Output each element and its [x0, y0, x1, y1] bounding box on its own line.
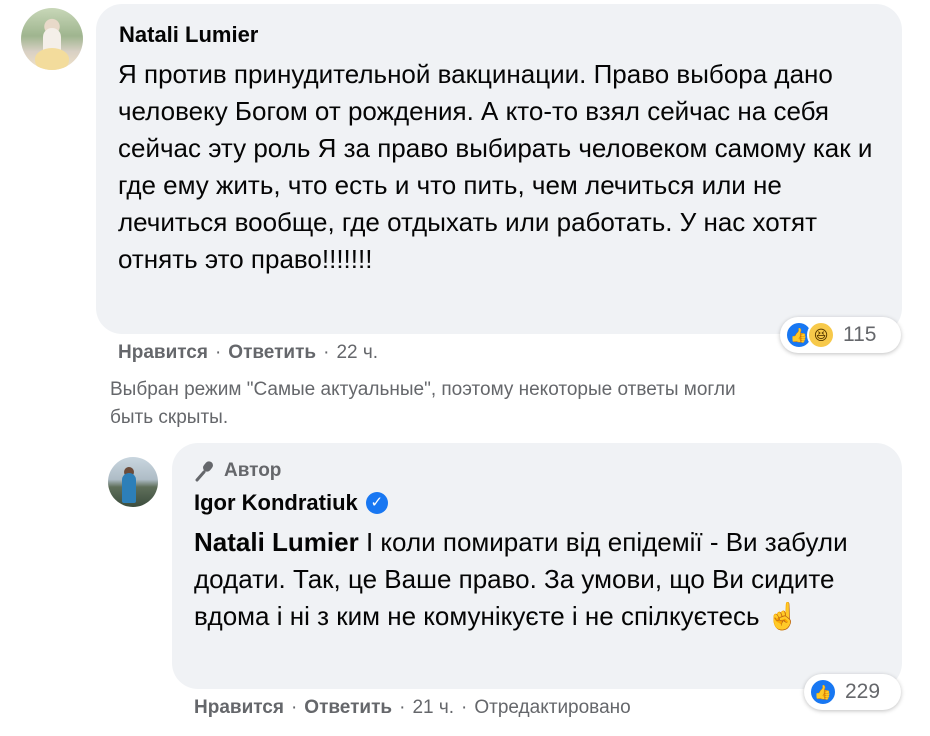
- avatar-person: [122, 473, 136, 503]
- reply-like-button[interactable]: Нравится: [194, 697, 284, 719]
- reply-reply-button[interactable]: Ответить: [304, 697, 392, 719]
- comment-actions: Нравится · Ответить · 22 ч.: [118, 342, 378, 364]
- comment-text: Я против принудительной вакцинации. Прав…: [118, 59, 873, 274]
- comment-reply-button[interactable]: Ответить: [228, 342, 316, 364]
- microphone-icon: [195, 461, 213, 482]
- separator-dot: ·: [323, 342, 330, 363]
- avatar-skirt: [35, 48, 69, 70]
- comment-author-name[interactable]: Natali Lumier: [119, 22, 258, 48]
- reply-edited-label[interactable]: Отредактировано: [474, 697, 630, 719]
- reply-timestamp[interactable]: 21 ч.: [412, 697, 454, 719]
- comment-reaction-count: 115: [843, 323, 877, 346]
- separator-dot: ·: [399, 697, 406, 718]
- comment-timestamp[interactable]: 22 ч.: [336, 342, 378, 364]
- comment-reactions[interactable]: 👍 😆 115: [780, 317, 901, 353]
- separator-dot: ·: [461, 697, 468, 718]
- reply-text: Natali Lumier І коли помирати від епідем…: [194, 524, 884, 635]
- like-icon: 👍: [809, 678, 837, 706]
- author-badge: Автор: [194, 458, 281, 484]
- reply-reaction-count: 229: [845, 680, 881, 703]
- sorting-notice: Выбран режим "Самые актуальные", поэтому…: [110, 379, 736, 428]
- haha-icon: 😆: [807, 321, 835, 349]
- verified-badge-icon: ✓: [365, 492, 388, 514]
- reply-author-name[interactable]: Igor Kondratiuk: [194, 490, 358, 516]
- separator-dot: ·: [214, 342, 222, 363]
- avatar-natali-lumier[interactable]: [21, 8, 83, 70]
- author-badge-label: Автор: [224, 460, 282, 481]
- reply-actions: Нравится · Ответить · 21 ч. · Отредактир…: [194, 697, 631, 719]
- avatar-igor-kondratiuk[interactable]: [108, 457, 158, 507]
- reply-author-row: Igor Kondratiuk ✓: [194, 490, 388, 516]
- separator-dot: ·: [290, 697, 298, 718]
- comment-like-button[interactable]: Нравится: [118, 342, 208, 364]
- reply-reactions[interactable]: 👍 229: [804, 674, 901, 710]
- reply-mention[interactable]: Natali Lumier: [194, 527, 359, 557]
